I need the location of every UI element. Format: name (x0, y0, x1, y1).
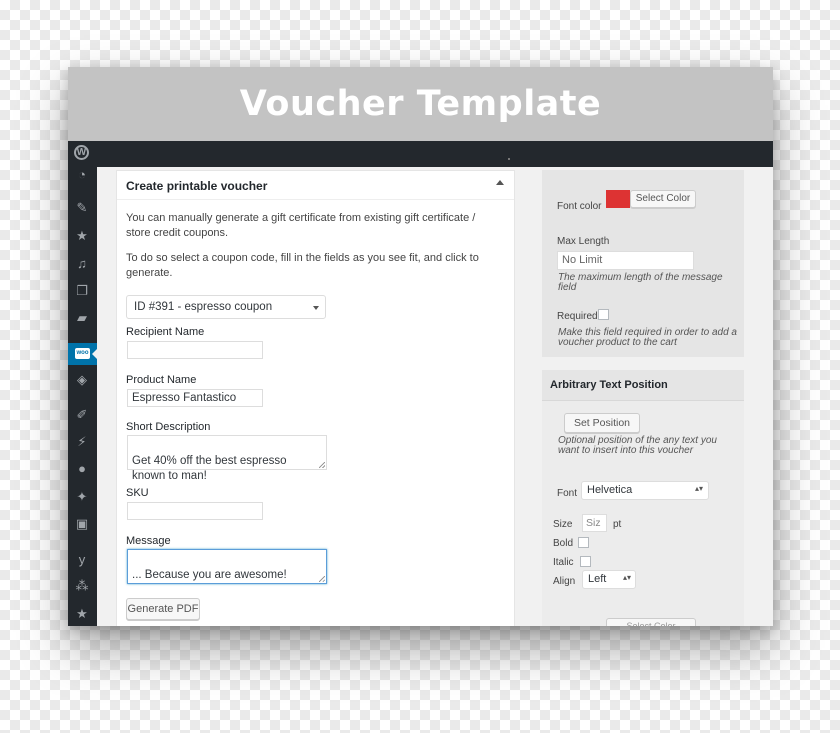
recipient-label: Recipient Name (126, 326, 205, 338)
sidebar-item-woocommerce[interactable]: woo (68, 343, 97, 365)
select-color-button-partial[interactable]: Select Color (606, 618, 696, 626)
panel-header: Create printable voucher (117, 171, 514, 200)
chevron-down-icon (313, 306, 319, 310)
select-arrows-icon: ▴▾ (694, 484, 703, 493)
banner-title: Voucher Template (239, 84, 602, 124)
plugins-icon[interactable]: ⚡ (74, 434, 90, 450)
media-icon[interactable]: ♫ (74, 256, 90, 272)
app-window: Voucher Template W ◔ ✎ ★ ♫ ❐ ▰ woo ◈ ✐ ⚡… (68, 67, 773, 626)
font-label: Font (557, 488, 578, 499)
required-checkbox[interactable] (598, 309, 609, 320)
required-description: Make this field required in order to add… (558, 327, 737, 348)
intro-text: You can manually generate a gift certifi… (126, 212, 476, 239)
products-icon[interactable]: ◈ (74, 372, 90, 388)
select-color-button[interactable]: Select Color (630, 190, 696, 208)
font-select[interactable]: Helvetica ▴▾ (581, 481, 709, 500)
pin-icon[interactable]: ✎ (74, 200, 90, 216)
short-description-value: Get 40% off the best espresso known to m… (132, 455, 287, 482)
align-label: Align (553, 576, 576, 587)
bold-checkbox[interactable] (578, 537, 589, 548)
tools-icon[interactable]: ✦ (74, 489, 90, 505)
coupon-select[interactable]: ID #391 - espresso coupon (126, 295, 326, 319)
max-length-description: The maximum length of the message field (558, 272, 723, 293)
text-position-header: Arbitrary Text Position (542, 370, 744, 401)
banner: Voucher Template (68, 67, 773, 141)
star-icon[interactable]: ★ (74, 228, 90, 244)
size-unit: pt (613, 519, 622, 530)
comments-icon[interactable]: ▰ (74, 310, 90, 326)
message-label: Message (126, 535, 171, 547)
pages-icon[interactable]: ❐ (74, 283, 90, 299)
appearance-icon[interactable]: ✐ (74, 407, 90, 423)
set-position-description: Optional position of the any text you wa… (558, 435, 717, 456)
generate-pdf-button[interactable]: Generate PDF (126, 598, 200, 620)
align-select-value: Left (588, 573, 607, 585)
yoast-icon[interactable]: y (74, 552, 90, 568)
users-icon[interactable]: ● (74, 461, 90, 477)
font-color-label: Font color (557, 201, 602, 212)
short-description-textarea[interactable]: Get 40% off the best espresso known to m… (127, 435, 327, 482)
bold-label: Bold (553, 538, 574, 549)
product-name-label: Product Name (126, 374, 197, 386)
message-value: ... Because you are awesome! (132, 569, 287, 581)
create-voucher-panel: Create printable voucher You can manuall… (116, 170, 515, 626)
text-position-body: Set Position Optional position of the an… (542, 401, 744, 626)
field-settings-box: Font color Select Color Max Length No Li… (542, 170, 744, 357)
message-textarea[interactable]: ... Because you are awesome! (127, 549, 327, 584)
italic-label: Italic (553, 557, 574, 568)
wordpress-logo-icon[interactable]: W (74, 145, 89, 160)
set-position-button[interactable]: Set Position (564, 413, 640, 433)
sku-label: SKU (126, 487, 149, 499)
max-length-input[interactable]: No Limit (557, 251, 694, 270)
coupon-select-value: ID #391 - espresso coupon (134, 301, 273, 313)
panel-title: Create printable voucher (126, 179, 268, 193)
font-select-value: Helvetica (587, 484, 633, 496)
sku-input[interactable] (127, 502, 263, 520)
network-icon[interactable]: ⁂ (74, 578, 90, 594)
instructions-text: To do so select a coupon code, fill in t… (126, 252, 479, 279)
size-input[interactable]: Siz (582, 514, 607, 532)
resize-grip-icon[interactable] (319, 576, 325, 582)
product-name-input[interactable]: Espresso Fantastico (127, 389, 263, 407)
required-label: Required (557, 311, 598, 322)
active-indicator (92, 349, 97, 359)
align-select[interactable]: Left ▴▾ (582, 570, 636, 589)
short-description-label: Short Description (126, 421, 211, 433)
italic-checkbox[interactable] (580, 556, 591, 567)
admin-sidebar: ◔ ✎ ★ ♫ ❐ ▰ woo ◈ ✐ ⚡ ● ✦ ▣ y ⁂ ★ (68, 167, 97, 626)
recipient-input[interactable] (127, 341, 263, 359)
collapse-arrow-icon[interactable] (496, 180, 504, 185)
admin-bar: W (68, 141, 773, 167)
star-icon[interactable]: ★ (74, 606, 90, 622)
admin-bar-dot (508, 158, 510, 160)
max-length-label: Max Length (557, 236, 610, 247)
text-position-title: Arbitrary Text Position (550, 379, 668, 391)
text-position-box: Arbitrary Text Position Set Position Opt… (542, 370, 744, 626)
font-color-swatch[interactable] (606, 190, 630, 208)
size-label: Size (553, 519, 573, 530)
resize-grip-icon[interactable] (319, 462, 325, 468)
gauge-icon[interactable]: ◔ (74, 167, 90, 183)
woocommerce-icon: woo (75, 348, 90, 359)
select-arrows-icon: ▴▾ (622, 573, 631, 582)
settings-icon[interactable]: ▣ (74, 516, 90, 532)
